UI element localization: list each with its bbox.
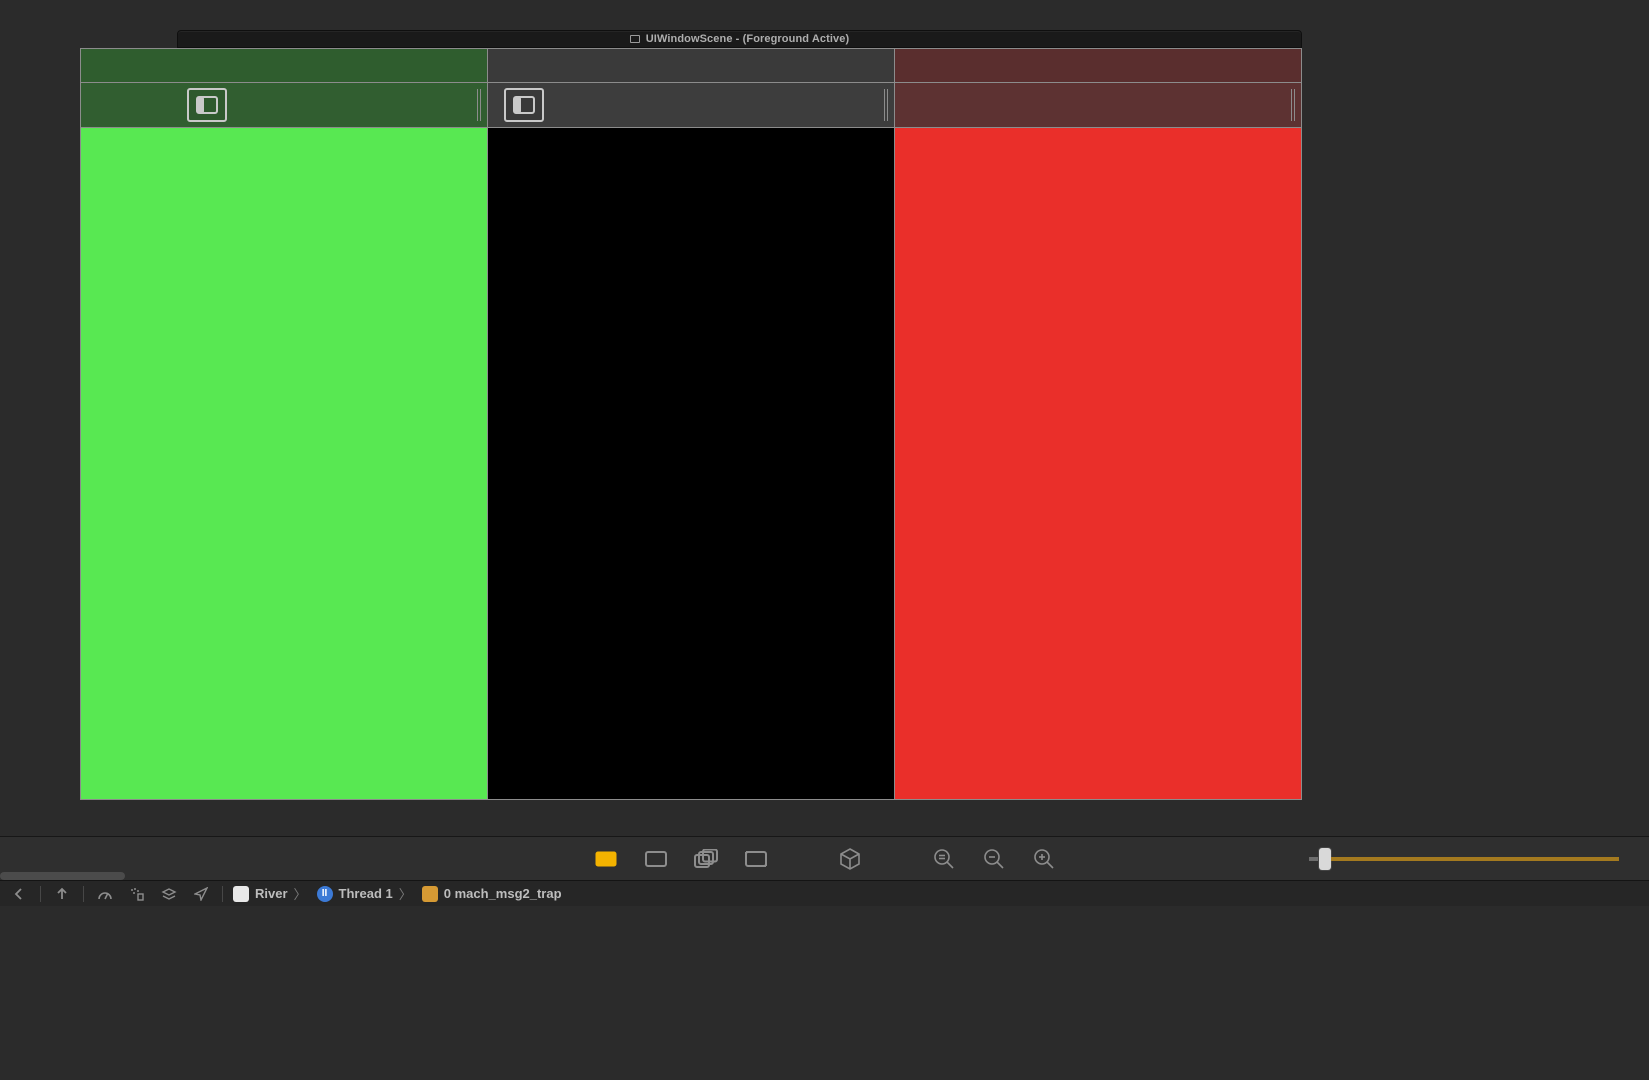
view-canvas[interactable] [80,48,1302,800]
navbar[interactable] [488,83,894,128]
chevron-right-icon: 〉 [294,884,307,903]
arrow-up-icon [55,887,69,901]
column-red[interactable] [895,49,1301,799]
breadcrumb-app[interactable]: River 〉 [233,884,307,903]
statusbar-zone [895,49,1301,83]
magnify-equal-icon [933,848,955,870]
location-arrow-icon [194,887,208,901]
divider [222,886,223,902]
stackframe-icon [422,886,438,902]
scene-title: UIWindowScene - (Foreground Active) [646,33,849,45]
zoom-in-button[interactable] [1031,846,1057,872]
content-body[interactable] [488,128,894,799]
column-black[interactable] [488,49,895,799]
mode-wireframe-button[interactable] [643,846,669,872]
explode-slider[interactable] [1309,850,1619,868]
stack3d-icon [161,887,177,901]
nav-divider [884,89,888,121]
location-button[interactable] [190,884,212,904]
divider [83,886,84,902]
app-icon [233,886,249,902]
scene-titlebar[interactable]: UIWindowScene - (Foreground Active) [177,30,1302,48]
gauge-button[interactable] [94,884,116,904]
divider [40,886,41,902]
sidebar-left-icon [513,96,535,114]
mode-layers-button[interactable] [693,846,719,872]
breadcrumb-frame[interactable]: 0 mach_msg2_trap [422,886,562,902]
debug-breadcrumb-bar: River 〉 II Thread 1 〉 0 mach_msg2_trap [0,880,1649,906]
breadcrumb-thread[interactable]: II Thread 1 〉 [317,884,412,903]
viewdebug-button[interactable] [158,884,180,904]
nav-divider [1291,89,1295,121]
mode-content-button[interactable] [593,846,619,872]
sidebar-toggle-button[interactable] [187,88,227,122]
content-body[interactable] [81,128,487,799]
slider-track [1309,857,1319,861]
window-scene-icon [630,35,640,43]
gauge-icon [97,887,113,901]
content-body[interactable] [895,128,1301,799]
nav-divider [477,89,481,121]
breadcrumb-app-label: River [255,886,288,901]
debug-toolbar [0,836,1649,880]
column-green[interactable] [81,49,488,799]
navbar[interactable] [895,83,1301,128]
orient-3d-button[interactable] [837,846,863,872]
zoom-actual-button[interactable] [931,846,957,872]
breadcrumb-thread-label: Thread 1 [339,886,393,901]
rectangle-filled-icon [595,850,617,868]
statusbar-zone [488,49,894,83]
thread-pause-icon: II [317,886,333,902]
rectangle-outline-icon [645,850,667,868]
nav-back-button[interactable] [8,884,30,904]
statusbar-zone [81,49,487,83]
horizontal-scrollbar[interactable] [0,872,125,880]
navbar[interactable] [81,83,487,128]
breadcrumb-frame-label: 0 mach_msg2_trap [444,886,562,901]
slider-track [1331,857,1619,861]
layers-stack-icon [694,849,718,869]
sidebar-left-icon [196,96,218,114]
magnify-plus-icon [1033,848,1055,870]
clipped-rect-icon [745,850,767,868]
slider-knob[interactable] [1319,848,1331,870]
cube-icon [839,848,861,870]
sidebar-toggle-button[interactable] [504,88,544,122]
chevron-left-icon [13,888,25,900]
spray-icon [129,887,145,901]
chevron-right-icon: 〉 [399,884,412,903]
spray-button[interactable] [126,884,148,904]
mode-clipped-button[interactable] [743,846,769,872]
toolbar-center-group [593,846,1057,872]
magnify-minus-icon [983,848,1005,870]
nav-up-button[interactable] [51,884,73,904]
zoom-out-button[interactable] [981,846,1007,872]
